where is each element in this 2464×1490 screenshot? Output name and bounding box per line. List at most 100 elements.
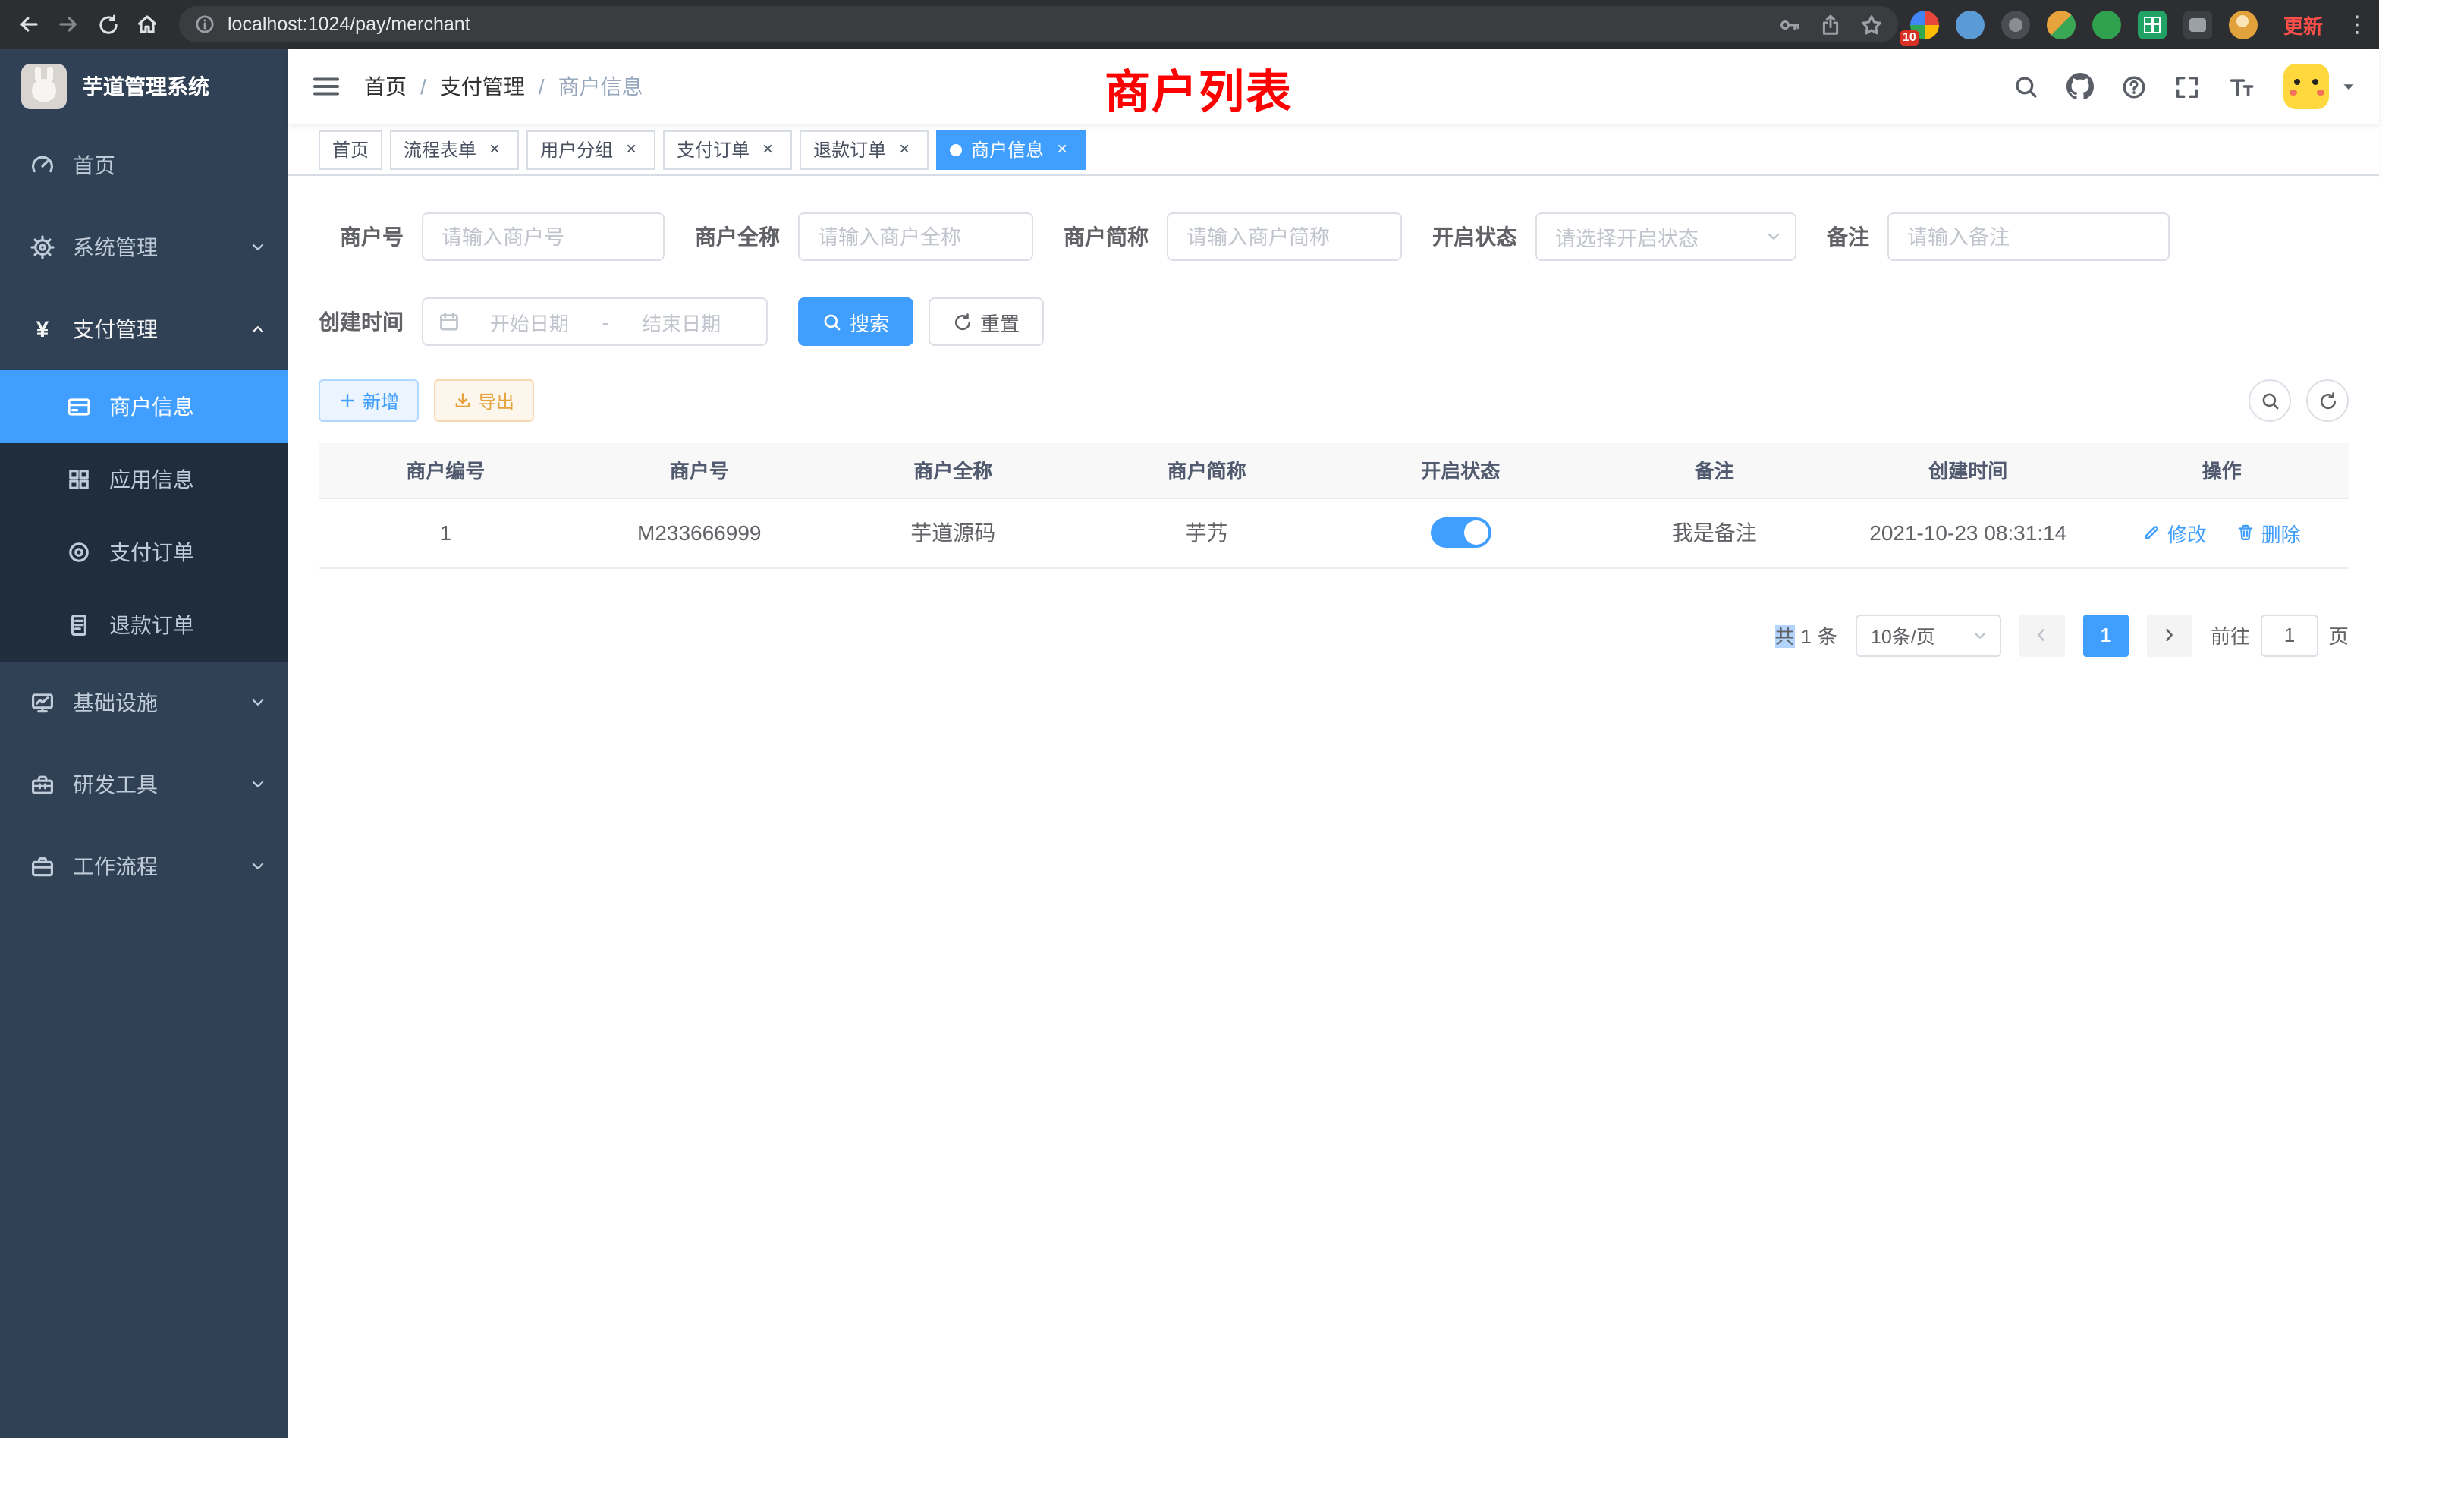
sidebar-item-workflow[interactable]: 工作流程 xyxy=(0,825,288,907)
remark-input[interactable] xyxy=(1887,212,2170,261)
yen-icon: ¥ xyxy=(30,316,55,342)
extensions-area: 10 更新 ⋮ xyxy=(1910,10,2364,39)
pagination: 共1条 10条/页 1 前往 页 xyxy=(319,614,2349,656)
sidebar-menu: 首页 系统管理 ¥ 支付管理 商户 xyxy=(0,124,288,907)
chevron-down-icon xyxy=(249,238,267,256)
merchant-no-input[interactable] xyxy=(422,212,665,261)
search-button[interactable]: 搜索 xyxy=(798,297,913,346)
github-icon[interactable] xyxy=(2053,49,2107,124)
card-icon xyxy=(67,395,91,419)
page-size-select[interactable]: 10条/页 xyxy=(1856,614,2001,656)
main-area: 首页 / 支付管理 / 商户信息 xyxy=(288,49,2379,1438)
status-toggle[interactable] xyxy=(1430,517,1491,548)
end-date-placeholder: 结束日期 xyxy=(611,307,751,336)
breadcrumb-item-home[interactable]: 首页 xyxy=(364,71,407,102)
toggle-search-button[interactable] xyxy=(2249,379,2291,422)
merchant-short-name-input[interactable] xyxy=(1167,212,1402,261)
tab-home[interactable]: 首页 xyxy=(319,130,382,169)
browser-menu-icon[interactable]: ⋮ xyxy=(2346,11,2364,38)
close-icon[interactable]: × xyxy=(484,139,505,160)
tab-user-group[interactable]: 用户分组 × xyxy=(526,130,655,169)
header-search-icon[interactable] xyxy=(2000,49,2053,124)
profile-avatar-icon[interactable] xyxy=(2229,10,2258,39)
extension-badge: 10 xyxy=(1900,30,1919,45)
browser-home-button[interactable] xyxy=(127,5,167,44)
merchant-name-input[interactable] xyxy=(798,212,1033,261)
col-header: 商户编号 xyxy=(319,443,573,498)
browser-back-button[interactable] xyxy=(9,5,49,44)
export-button[interactable]: 导出 xyxy=(434,379,534,422)
close-icon[interactable]: × xyxy=(1051,139,1073,160)
sidebar-item-home[interactable]: 首页 xyxy=(0,124,288,206)
browser-reload-button[interactable] xyxy=(88,5,127,44)
browser-forward-button[interactable] xyxy=(49,5,88,44)
dashboard-icon xyxy=(30,153,55,178)
add-button[interactable]: 新增 xyxy=(319,379,419,422)
col-header: 商户全称 xyxy=(826,443,1080,498)
extension-icon[interactable] xyxy=(2183,10,2212,39)
goto-suffix: 页 xyxy=(2329,621,2349,649)
sidebar-item-app-info[interactable]: 应用信息 xyxy=(0,443,288,516)
browser-toolbar: localhost:1024/pay/merchant 10 更新 ⋮ xyxy=(0,0,2379,49)
help-icon[interactable] xyxy=(2107,49,2161,124)
extension-icon[interactable] xyxy=(2092,10,2121,39)
chevron-up-icon xyxy=(249,320,267,338)
table-row: 1 M233666999 芋道源码 芋艿 我是备注 2021-10-23 08:… xyxy=(319,498,2349,567)
reset-button[interactable]: 重置 xyxy=(929,297,1044,346)
refresh-icon xyxy=(2318,391,2337,410)
sidebar-item-pay-order[interactable]: 支付订单 xyxy=(0,516,288,589)
arrow-left-icon xyxy=(2032,625,2052,645)
calendar-icon xyxy=(438,311,460,332)
refresh-table-button[interactable] xyxy=(2306,379,2349,422)
tab-merchant-info[interactable]: 商户信息 × xyxy=(936,130,1086,169)
app-title: 芋道管理系统 xyxy=(82,71,209,102)
close-icon[interactable]: × xyxy=(757,139,778,160)
sidebar-item-infrastructure[interactable]: 基础设施 xyxy=(0,662,288,743)
sidebar-item-refund-order[interactable]: 退款订单 xyxy=(0,589,288,662)
page-jumper: 前往 页 xyxy=(2211,614,2349,656)
app-logo[interactable]: 芋道管理系统 xyxy=(0,49,288,124)
breadcrumb: 首页 / 支付管理 / 商户信息 xyxy=(364,71,643,102)
close-icon[interactable]: × xyxy=(621,139,642,160)
font-size-icon[interactable] xyxy=(2214,49,2268,124)
status-select[interactable]: 请选择开启状态 xyxy=(1535,212,1796,261)
toolbar-right xyxy=(2249,379,2349,422)
browser-address-bar[interactable]: localhost:1024/pay/merchant xyxy=(179,6,1898,42)
bookmark-star-icon[interactable] xyxy=(1860,13,1883,36)
delete-link[interactable]: 删除 xyxy=(2237,518,2301,547)
edit-link[interactable]: 修改 xyxy=(2143,518,2207,547)
extension-icon[interactable]: 10 xyxy=(1910,10,1939,39)
sidebar-item-dev-tools[interactable]: 研发工具 xyxy=(0,743,288,825)
share-icon[interactable] xyxy=(1819,13,1842,36)
create-time-label: 创建时间 xyxy=(319,306,404,337)
extension-icon[interactable] xyxy=(2047,10,2076,39)
breadcrumb-item-payment[interactable]: 支付管理 xyxy=(440,71,525,102)
site-info-icon[interactable] xyxy=(194,14,215,35)
user-avatar-menu[interactable] xyxy=(2268,64,2370,109)
search-icon xyxy=(2260,391,2280,410)
browser-update-button[interactable]: 更新 xyxy=(2283,10,2323,39)
goto-page-input[interactable] xyxy=(2261,614,2318,656)
page-number-button[interactable]: 1 xyxy=(2083,614,2129,656)
tab-refund-order[interactable]: 退款订单 × xyxy=(800,130,929,169)
sidebar-item-payment[interactable]: ¥ 支付管理 xyxy=(0,288,288,370)
tab-pay-order[interactable]: 支付订单 × xyxy=(663,130,792,169)
password-key-icon[interactable] xyxy=(1778,13,1801,36)
tab-process-form[interactable]: 流程表单 × xyxy=(390,130,519,169)
extension-icon[interactable] xyxy=(2001,10,2030,39)
fullscreen-icon[interactable] xyxy=(2161,49,2214,124)
refresh-icon xyxy=(953,312,973,332)
chevron-down-icon xyxy=(1971,626,1989,644)
extension-icon[interactable] xyxy=(2138,10,2167,39)
hamburger-icon[interactable] xyxy=(288,49,364,124)
prev-page-button[interactable] xyxy=(2019,614,2065,656)
extension-icon[interactable] xyxy=(1956,10,1985,39)
sidebar-item-merchant-info[interactable]: 商户信息 xyxy=(0,370,288,443)
create-time-range-picker[interactable]: 开始日期 - 结束日期 xyxy=(422,297,768,346)
sidebar-item-system[interactable]: 系统管理 xyxy=(0,206,288,288)
next-page-button[interactable] xyxy=(2147,614,2192,656)
close-icon[interactable]: × xyxy=(894,139,915,160)
avatar xyxy=(2283,64,2329,109)
cell-actions: 修改 删除 xyxy=(2095,498,2349,567)
sidebar-item-label: 商户信息 xyxy=(109,391,194,422)
